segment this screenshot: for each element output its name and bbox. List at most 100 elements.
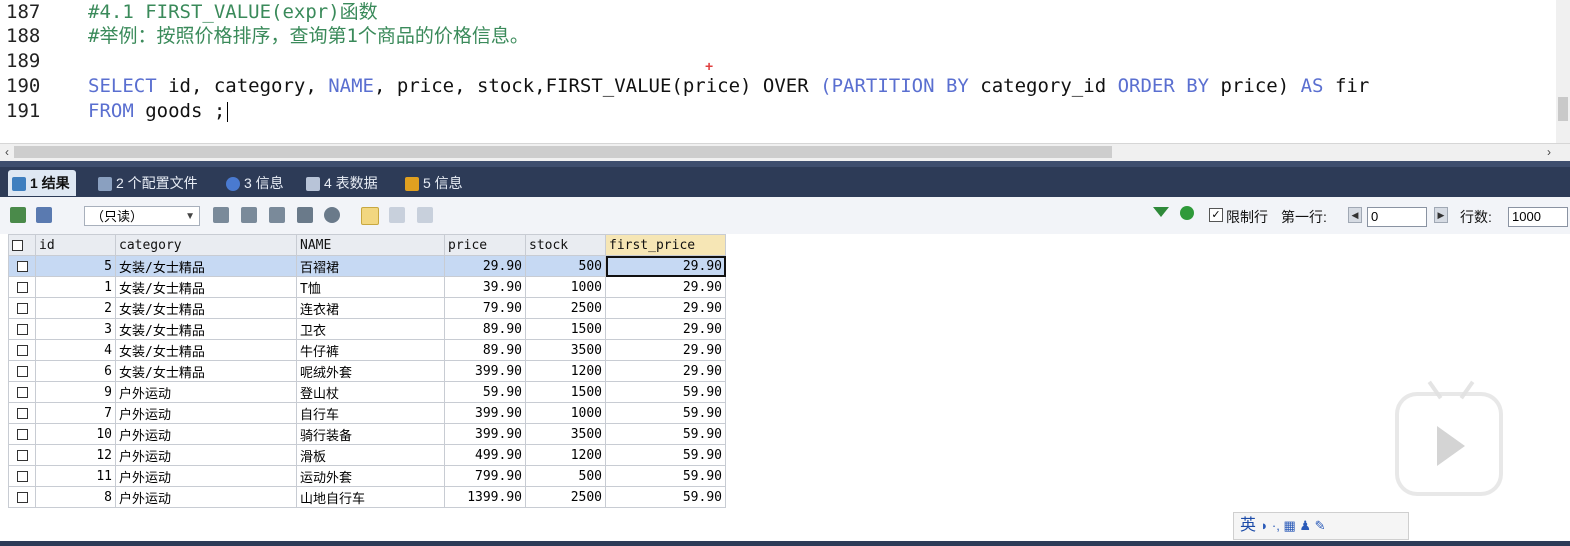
tab-profile[interactable]: 2 个配置文件 xyxy=(94,170,204,196)
table-row[interactable]: 9 户外运动 登山杖 59.90 1500 59.90 xyxy=(8,381,726,403)
cell-price[interactable]: 59.90 xyxy=(444,381,526,403)
play-overlay-icon[interactable] xyxy=(1395,380,1503,496)
table-row[interactable]: 12 户外运动 滑板 499.90 1200 59.90 xyxy=(8,444,726,466)
row-checkbox[interactable] xyxy=(8,339,36,361)
cell-category[interactable]: 户外运动 xyxy=(115,402,297,424)
table-row[interactable]: 7 户外运动 自行车 399.90 1000 59.90 xyxy=(8,402,726,424)
cell-category[interactable]: 户外运动 xyxy=(115,465,297,487)
cell-id[interactable]: 6 xyxy=(35,360,116,382)
form-view-icon[interactable] xyxy=(389,207,405,223)
cell-id[interactable]: 2 xyxy=(35,297,116,319)
row-checkbox[interactable] xyxy=(8,444,36,466)
table-row[interactable]: 3 女装/女士精品 卫衣 89.90 1500 29.90 xyxy=(8,318,726,340)
cell-name[interactable]: 运动外套 xyxy=(296,465,445,487)
cell-category[interactable]: 户外运动 xyxy=(115,444,297,466)
rows-input[interactable]: 1000 xyxy=(1508,207,1568,227)
column-header-id[interactable]: id xyxy=(35,234,116,256)
cell-price[interactable]: 39.90 xyxy=(444,276,526,298)
cell-name[interactable]: 骑行装备 xyxy=(296,423,445,445)
cell-price[interactable]: 499.90 xyxy=(444,444,526,466)
cell-first-price[interactable]: 59.90 xyxy=(605,381,726,403)
tab-table-data[interactable]: 4 表数据 xyxy=(302,170,384,196)
scroll-right-icon[interactable]: › xyxy=(1542,144,1556,161)
cell-first-price[interactable]: 59.90 xyxy=(605,444,726,466)
cell-name[interactable]: T恤 xyxy=(296,276,445,298)
cell-id[interactable]: 7 xyxy=(35,402,116,424)
row-checkbox[interactable] xyxy=(8,276,36,298)
cell-stock[interactable]: 2500 xyxy=(525,297,606,319)
cell-price[interactable]: 89.90 xyxy=(444,339,526,361)
cell-id[interactable]: 8 xyxy=(35,486,116,508)
cell-category[interactable]: 户外运动 xyxy=(115,381,297,403)
cell-stock[interactable]: 3500 xyxy=(525,423,606,445)
cell-first-price[interactable]: 29.90 xyxy=(605,339,726,361)
cell-price[interactable]: 29.90 xyxy=(444,255,526,277)
cell-category[interactable]: 女装/女士精品 xyxy=(115,339,297,361)
cell-stock[interactable]: 1500 xyxy=(525,381,606,403)
cell-first-price[interactable]: 29.90 xyxy=(605,255,726,277)
prev-page-icon[interactable]: ◀ xyxy=(1348,207,1362,223)
cell-stock[interactable]: 1000 xyxy=(525,402,606,424)
row-checkbox[interactable] xyxy=(8,402,36,424)
result-grid[interactable]: id category NAME price stock first_price… xyxy=(8,234,726,508)
row-checkbox[interactable] xyxy=(8,297,36,319)
cell-name[interactable]: 滑板 xyxy=(296,444,445,466)
cell-stock[interactable]: 1200 xyxy=(525,444,606,466)
first-row-input[interactable]: 0 xyxy=(1367,207,1427,227)
row-checkbox[interactable] xyxy=(8,255,36,277)
refresh-icon[interactable] xyxy=(1180,206,1194,220)
cell-first-price[interactable]: 29.90 xyxy=(605,297,726,319)
row-checkbox[interactable] xyxy=(8,486,36,508)
tab-result[interactable]: 1 结果 xyxy=(8,170,76,196)
ime-tools-icon[interactable]: ◗ ·, ▦ ♟ ✎ xyxy=(1260,518,1325,533)
column-header-price[interactable]: price xyxy=(444,234,526,256)
cell-first-price[interactable]: 59.90 xyxy=(605,486,726,508)
cell-name[interactable]: 百褶裙 xyxy=(296,255,445,277)
cell-name[interactable]: 登山杖 xyxy=(296,381,445,403)
cell-name[interactable]: 卫衣 xyxy=(296,318,445,340)
ime-language-label[interactable]: 英 xyxy=(1240,517,1256,534)
cancel-icon[interactable] xyxy=(324,207,340,223)
table-row[interactable]: 4 女装/女士精品 牛仔裤 89.90 3500 29.90 xyxy=(8,339,726,361)
select-all-checkbox[interactable] xyxy=(8,234,36,256)
cell-name[interactable]: 连衣裙 xyxy=(296,297,445,319)
export-icon[interactable] xyxy=(10,207,26,223)
cell-stock[interactable]: 500 xyxy=(525,465,606,487)
table-row[interactable]: 2 女装/女士精品 连衣裙 79.90 2500 29.90 xyxy=(8,297,726,319)
cell-id[interactable]: 9 xyxy=(35,381,116,403)
ime-toolbar[interactable]: 英 ◗ ·, ▦ ♟ ✎ xyxy=(1233,512,1409,540)
row-checkbox[interactable] xyxy=(8,423,36,445)
cell-price[interactable]: 799.90 xyxy=(444,465,526,487)
cell-first-price[interactable]: 29.90 xyxy=(605,276,726,298)
cell-stock[interactable]: 1200 xyxy=(525,360,606,382)
row-checkbox[interactable] xyxy=(8,381,36,403)
cell-price[interactable]: 399.90 xyxy=(444,360,526,382)
cell-stock[interactable]: 500 xyxy=(525,255,606,277)
scroll-left-icon[interactable]: ‹ xyxy=(0,144,14,161)
cell-first-price[interactable]: 29.90 xyxy=(605,318,726,340)
column-header-first-price[interactable]: first_price xyxy=(605,234,726,256)
cell-id[interactable]: 10 xyxy=(35,423,116,445)
column-header-name[interactable]: NAME xyxy=(296,234,445,256)
cell-id[interactable]: 5 xyxy=(35,255,116,277)
cell-category[interactable]: 户外运动 xyxy=(115,486,297,508)
table-row[interactable]: 6 女装/女士精品 呢绒外套 399.90 1200 29.90 xyxy=(8,360,726,382)
cell-id[interactable]: 12 xyxy=(35,444,116,466)
cell-price[interactable]: 399.90 xyxy=(444,402,526,424)
row-checkbox[interactable] xyxy=(8,360,36,382)
save-icon[interactable] xyxy=(269,207,285,223)
cell-first-price[interactable]: 59.90 xyxy=(605,423,726,445)
cell-stock[interactable]: 2500 xyxy=(525,486,606,508)
cell-stock[interactable]: 1000 xyxy=(525,276,606,298)
text-view-icon[interactable] xyxy=(417,207,433,223)
duplicate-row-icon[interactable] xyxy=(241,207,257,223)
import-icon[interactable] xyxy=(36,207,52,223)
column-header-stock[interactable]: stock xyxy=(525,234,606,256)
row-checkbox[interactable] xyxy=(8,465,36,487)
cell-first-price[interactable]: 59.90 xyxy=(605,402,726,424)
cell-name[interactable]: 山地自行车 xyxy=(296,486,445,508)
cell-id[interactable]: 3 xyxy=(35,318,116,340)
cell-first-price[interactable]: 29.90 xyxy=(605,360,726,382)
mode-select[interactable]: （只读） ▼ xyxy=(84,206,200,226)
cell-id[interactable]: 4 xyxy=(35,339,116,361)
